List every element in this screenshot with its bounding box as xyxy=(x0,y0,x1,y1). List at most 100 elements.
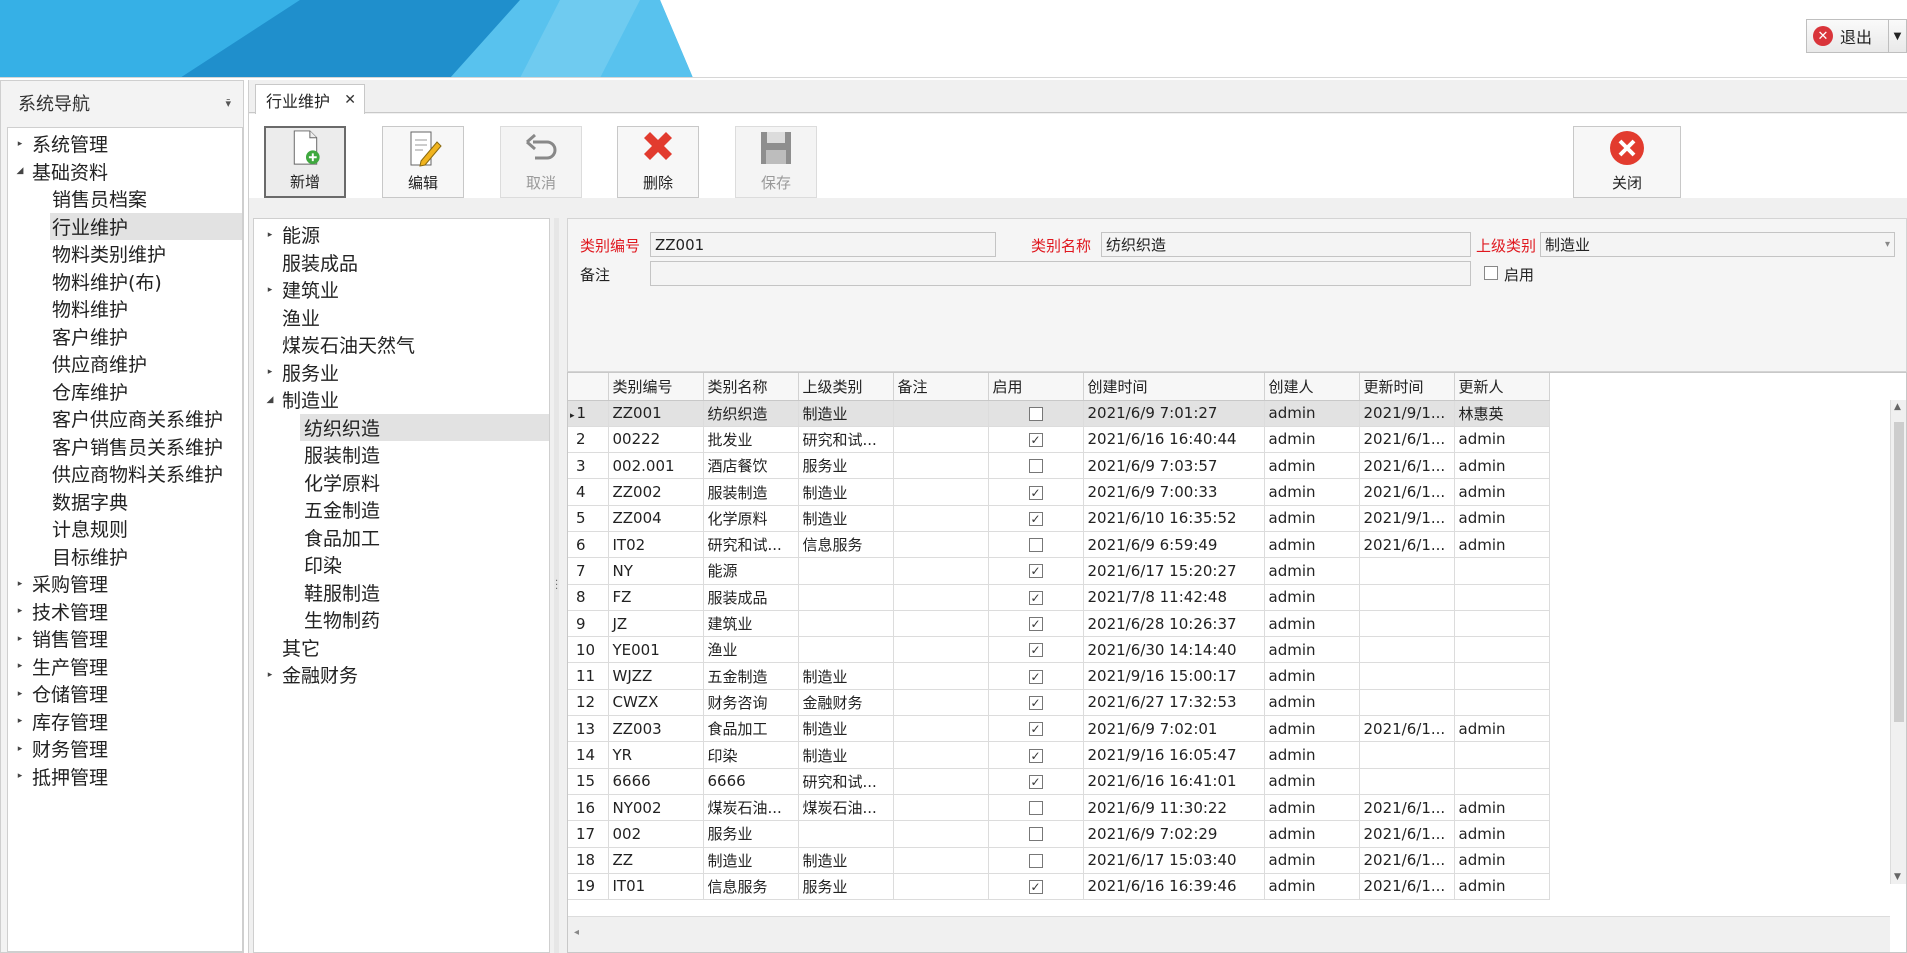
cell-remark[interactable] xyxy=(893,794,989,822)
cell-updater[interactable] xyxy=(1454,741,1550,769)
cell-created[interactable]: 2021/6/16 16:39:46 xyxy=(1083,873,1265,901)
cell-code[interactable]: ZZ002 xyxy=(608,478,704,506)
tree-node[interactable]: 纺织织造 xyxy=(300,413,549,441)
tree-node[interactable]: 食品加工 xyxy=(254,524,549,552)
cell-parent[interactable]: 制造业 xyxy=(798,505,894,532)
cell-created[interactable]: 2021/6/17 15:03:40 xyxy=(1083,847,1265,874)
nav-item[interactable]: 客户维护 xyxy=(8,323,242,351)
cell-name[interactable]: 批发业 xyxy=(703,426,799,454)
cell-name[interactable]: 6666 xyxy=(703,768,799,795)
nav-item[interactable]: ▸ 系统管理 xyxy=(8,130,242,158)
cell-code[interactable]: YR xyxy=(608,741,704,769)
cell-enabled[interactable]: ✓ xyxy=(988,557,1084,585)
horizontal-scrollbar[interactable]: ◂ xyxy=(568,916,1890,952)
nav-item[interactable]: 供应商物料关系维护 xyxy=(8,460,242,488)
nav-item[interactable]: 物料类别维护 xyxy=(8,240,242,268)
collapsed-arrow-icon[interactable]: ▸ xyxy=(8,689,32,699)
nav-item[interactable]: 供应商维护 xyxy=(8,350,242,378)
cell-updated[interactable]: 2021/9/1... xyxy=(1359,505,1455,532)
cell-updated[interactable] xyxy=(1359,584,1455,611)
cell-remark[interactable] xyxy=(893,715,989,743)
cell-creator[interactable]: admin xyxy=(1264,662,1360,690)
enabled-checkbox[interactable] xyxy=(1484,266,1498,280)
table-row[interactable]: 4 ZZ002 服装制造 制造业 ✓ 2021/6/9 7:00:33 admin 2021/… xyxy=(568,478,1550,506)
nav-item[interactable]: ▸ 库存管理 xyxy=(8,708,242,736)
cell-parent[interactable] xyxy=(798,557,894,585)
cell-created[interactable]: 2021/6/16 16:40:44 xyxy=(1083,426,1265,454)
cell-enabled[interactable] xyxy=(988,531,1084,559)
cell-name[interactable]: 纺织织造 xyxy=(703,400,799,427)
column-header[interactable]: 创建人 xyxy=(1264,373,1360,401)
table-row[interactable]: 13 ZZ003 食品加工 制造业 ✓ 2021/6/9 7:02:01 admin 2021… xyxy=(568,715,1550,743)
nav-item[interactable]: 仓库维护 xyxy=(8,378,242,406)
cell-updated[interactable]: 2021/6/1... xyxy=(1359,531,1455,559)
cell-enabled[interactable] xyxy=(988,400,1084,427)
collapsed-arrow-icon[interactable]: ▸ xyxy=(8,139,32,149)
cell-updater[interactable] xyxy=(1454,636,1550,664)
cell-enabled[interactable]: ✓ xyxy=(988,662,1084,690)
unchecked-checkbox-icon[interactable] xyxy=(1028,801,1043,816)
nav-item[interactable]: ▸ 财务管理 xyxy=(8,735,242,763)
cell-remark[interactable] xyxy=(893,478,989,506)
cell-remark[interactable] xyxy=(893,557,989,585)
cell-remark[interactable] xyxy=(893,452,989,480)
logout-dropdown-arrow-icon[interactable]: ▼ xyxy=(1888,20,1906,52)
nav-item[interactable]: 销售员档案 xyxy=(8,185,242,213)
cell-code[interactable]: WJZZ xyxy=(608,662,704,690)
cell-updater[interactable]: admin xyxy=(1454,873,1550,901)
cell-updated[interactable]: 2021/6/1... xyxy=(1359,873,1455,901)
cell-created[interactable]: 2021/9/16 15:00:17 xyxy=(1083,662,1265,690)
cell-code[interactable]: IT01 xyxy=(608,873,704,901)
cell-creator[interactable]: admin xyxy=(1264,531,1360,559)
cell-parent[interactable]: 制造业 xyxy=(798,400,894,427)
cell-created[interactable]: 2021/9/16 16:05:47 xyxy=(1083,741,1265,769)
nav-item[interactable]: ▸ 抵押管理 xyxy=(8,763,242,791)
table-row[interactable]: 3 002.001 酒店餐饮 服务业 2021/6/9 7:03:57 admin 2021… xyxy=(568,452,1550,480)
table-row[interactable]: 6 IT02 研究和试... 信息服务 2021/6/9 6:59:49 admin 202… xyxy=(568,531,1550,559)
cell-enabled[interactable] xyxy=(988,452,1084,480)
tree-node[interactable]: 化学原料 xyxy=(254,469,549,497)
unchecked-checkbox-icon[interactable] xyxy=(1028,827,1043,842)
cell-enabled[interactable] xyxy=(988,820,1084,848)
checked-checkbox-icon[interactable]: ✓ xyxy=(1028,722,1043,737)
column-header[interactable]: 更新人 xyxy=(1454,373,1550,401)
cell-updated[interactable]: 2021/6/1... xyxy=(1359,452,1455,480)
cell-remark[interactable] xyxy=(893,636,989,664)
cell-code[interactable]: IT02 xyxy=(608,531,704,559)
cell-name[interactable]: 能源 xyxy=(703,557,799,585)
cell-code[interactable]: 002 xyxy=(608,820,704,848)
cell-updater[interactable] xyxy=(1454,584,1550,611)
cell-enabled[interactable]: ✓ xyxy=(988,741,1084,769)
cell-name[interactable]: 煤炭石油... xyxy=(703,794,799,822)
remark-field[interactable] xyxy=(650,261,1471,286)
cell-parent[interactable] xyxy=(798,636,894,664)
nav-item[interactable]: ▸ 采购管理 xyxy=(8,570,242,598)
cell-name[interactable]: 服务业 xyxy=(703,820,799,848)
cell-code[interactable]: FZ xyxy=(608,584,704,611)
tree-node[interactable]: 生物制药 xyxy=(254,606,549,634)
table-row[interactable]: 11 WJZZ 五金制造 制造业 ✓ 2021/9/16 15:00:17 admin xyxy=(568,662,1550,690)
cell-name[interactable]: 五金制造 xyxy=(703,662,799,690)
nav-item[interactable]: 数据字典 xyxy=(8,488,242,516)
cell-updater[interactable]: admin xyxy=(1454,478,1550,506)
cell-updater[interactable] xyxy=(1454,768,1550,795)
cell-code[interactable]: JZ xyxy=(608,610,704,638)
table-row[interactable]: 14 YR 印染 制造业 ✓ 2021/9/16 16:05:47 admin xyxy=(568,741,1550,769)
scroll-up-icon[interactable]: ▲ xyxy=(1894,402,1901,412)
cell-remark[interactable] xyxy=(893,662,989,690)
cell-parent[interactable]: 制造业 xyxy=(798,478,894,506)
cell-updated[interactable] xyxy=(1359,768,1455,795)
cell-updated[interactable]: 2021/6/1... xyxy=(1359,820,1455,848)
cell-remark[interactable] xyxy=(893,820,989,848)
tree-node[interactable]: 鞋服制造 xyxy=(254,579,549,607)
code-field[interactable]: ZZ001 xyxy=(650,232,996,257)
cell-updater[interactable]: admin xyxy=(1454,794,1550,822)
cell-updater[interactable]: admin xyxy=(1454,452,1550,480)
cell-code[interactable]: ZZ xyxy=(608,847,704,874)
nav-item[interactable]: ▸ 仓储管理 xyxy=(8,680,242,708)
cell-name[interactable]: 酒店餐饮 xyxy=(703,452,799,480)
cell-remark[interactable] xyxy=(893,741,989,769)
cell-creator[interactable]: admin xyxy=(1264,636,1360,664)
cell-remark[interactable] xyxy=(893,400,989,427)
tree-node[interactable]: 服装成品 xyxy=(254,249,549,277)
